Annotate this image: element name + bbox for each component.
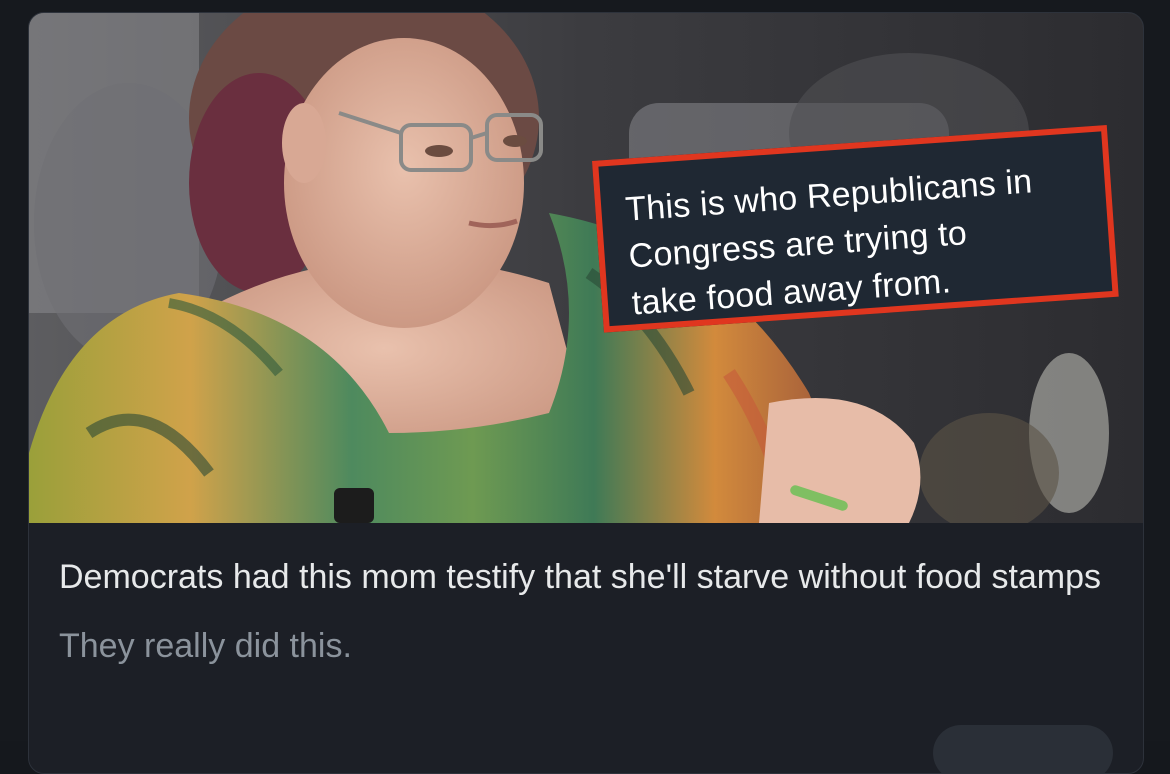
card-subtitle: They really did this.: [59, 627, 352, 665]
card-action-pill[interactable]: [933, 725, 1113, 773]
card-title[interactable]: Democrats had this mom testify that she'…: [59, 553, 1109, 602]
card-caption: Democrats had this mom testify that she'…: [59, 553, 1109, 666]
screen: This is who Republicans in Congress are …: [0, 0, 1170, 774]
preview-image[interactable]: This is who Republicans in Congress are …: [29, 13, 1143, 523]
link-preview-card[interactable]: This is who Republicans in Congress are …: [28, 12, 1144, 774]
image-caption-overlay: This is who Republicans in Congress are …: [592, 125, 1119, 333]
